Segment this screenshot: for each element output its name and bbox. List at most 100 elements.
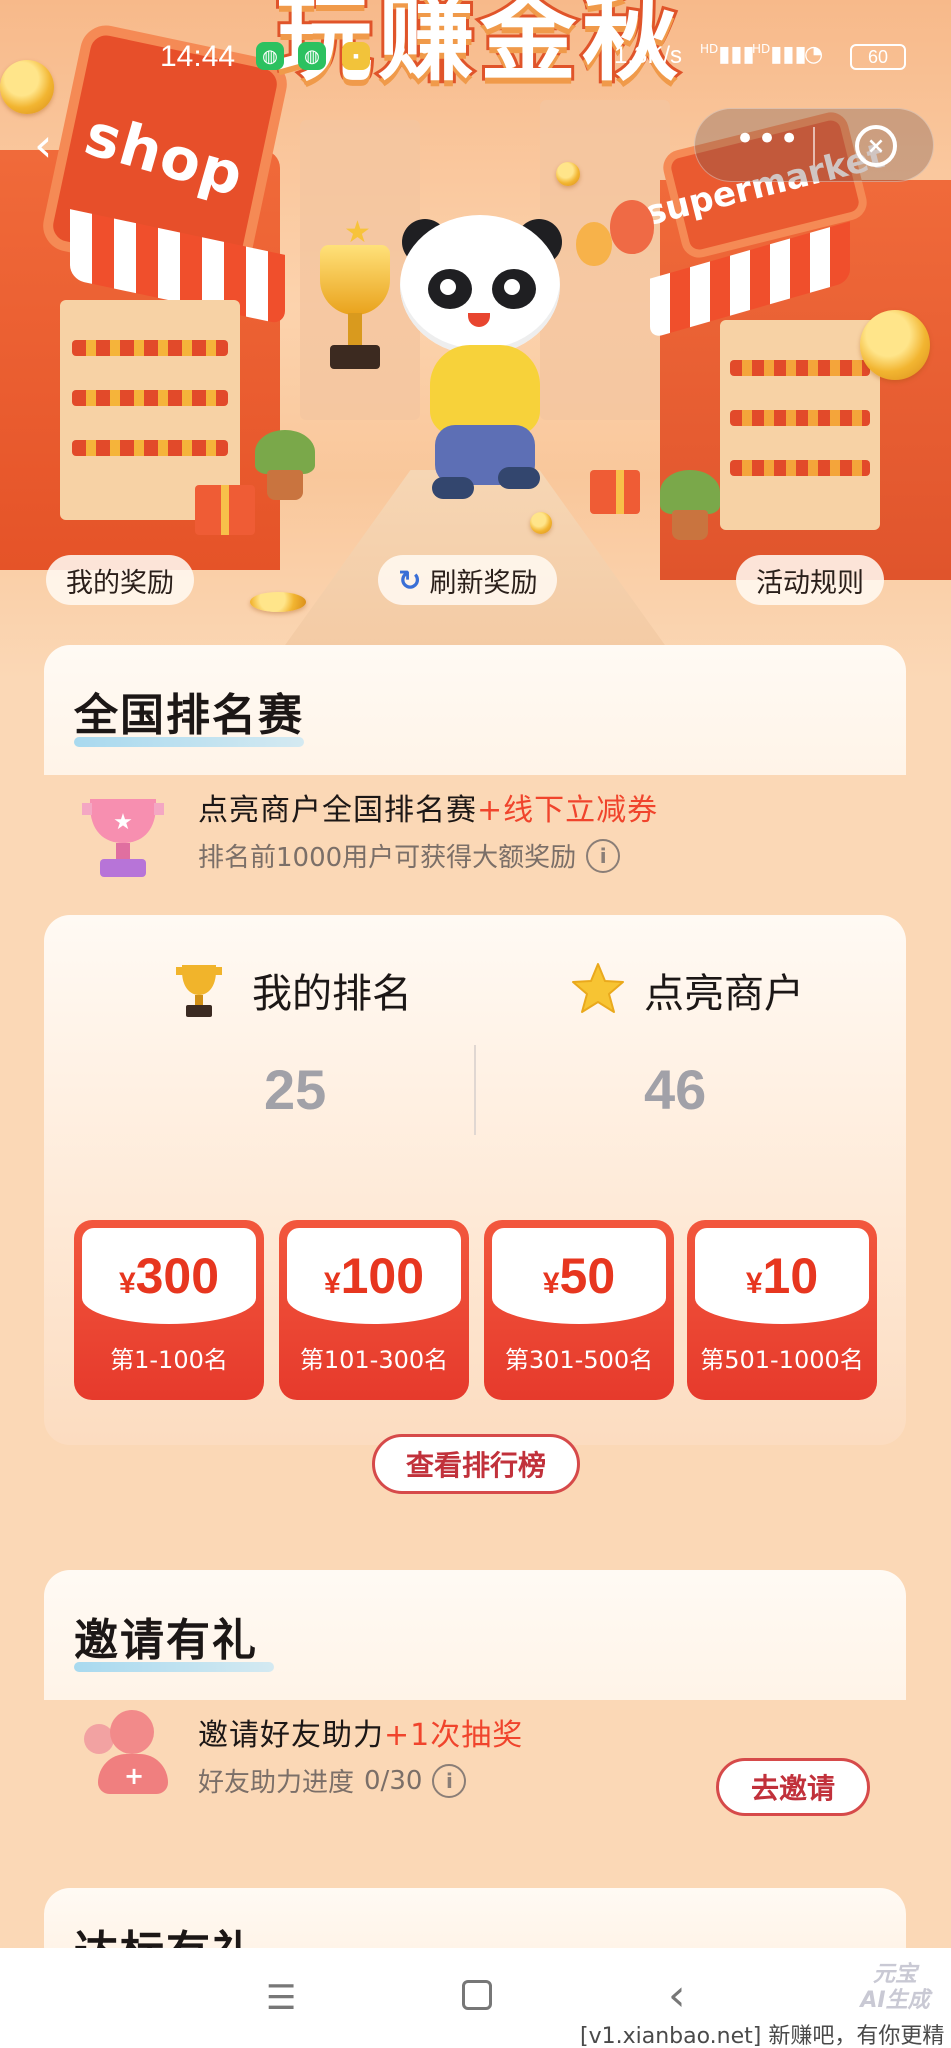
trophy-icon [176, 965, 222, 1017]
coin-icon [556, 162, 580, 186]
status-time: 14:44 [160, 40, 236, 73]
coin-icon [250, 592, 306, 612]
ranking-headline-highlight: +线下立减券 [477, 793, 659, 828]
reward-coupon: ¥100 第101-300名 [279, 1220, 469, 1400]
wechat-icon: ◍ [256, 42, 284, 70]
menu-icon[interactable]: ☰ [266, 1978, 296, 2018]
invite-headline: 邀请好友助力+1次抽奖 [198, 1710, 523, 1754]
watermark-logo-line: 元宝 [872, 1962, 917, 1987]
coupon-amount: ¥50 [543, 1247, 615, 1305]
back-icon[interactable]: ‹ [668, 1970, 686, 2021]
invite-progress-value: 0/30 [364, 1765, 423, 1796]
capsule-divider [813, 127, 815, 165]
back-arrow-icon[interactable]: ‹ [34, 118, 64, 172]
invite-section-header: 邀请有礼 [44, 1570, 906, 1700]
coupon-amount: ¥300 [119, 1247, 219, 1305]
my-rank-label: 我的排名 [252, 971, 412, 1017]
gift-box-icon [590, 470, 640, 514]
reward-coupon: ¥50 第301-500名 [484, 1220, 674, 1400]
refresh-icon: ↻ [398, 563, 422, 597]
invite-headline-highlight: +1次抽奖 [384, 1718, 524, 1753]
watermark-logo: 元宝 AI生成 [850, 1962, 940, 2022]
coupon-rank-range: 第501-1000名 [700, 1346, 864, 1374]
status-more-icon: ••• [396, 34, 432, 65]
yen-symbol: ¥ [323, 1267, 341, 1300]
activity-rules-button[interactable]: 活动规则 [736, 555, 884, 605]
wifi-icon: ◔ [804, 42, 824, 67]
coupon-rank-range: 第301-500名 [504, 1346, 654, 1374]
svg-text:★: ★ [113, 810, 133, 835]
yen-symbol: ¥ [542, 1267, 560, 1300]
ranking-info-row: ★ 点亮商户全国排名赛+线下立减券 排名前1000用户可获得大额奖励 i [44, 785, 906, 905]
ranking-section-header: 全国排名赛 [44, 645, 906, 775]
signal-icon: HD▮▮▮ [752, 42, 807, 67]
signal-hd-label: HD [700, 42, 719, 56]
hero-banner: shop supermarket ★ 玩赚金秋 ‹ ••• × 我的奖励 ↻ 刷… [0, 0, 951, 680]
invite-info-row: + 邀请好友助力+1次抽奖 好友助力进度 0/30 i 去邀请 [44, 1710, 906, 1820]
coupon-amount: ¥10 [746, 1247, 818, 1305]
panda-mascot [380, 215, 580, 515]
section-title: 邀请有礼 [74, 1615, 258, 1666]
ranking-headline: 点亮商户全国排名赛+线下立减券 [198, 785, 658, 829]
status-bar: 14:44 ◍ ◍ ▪ ••• 1.3K/s HD▮▮▮ HD▮▮▮ ◔ 60 [0, 34, 951, 78]
info-icon[interactable]: i [586, 838, 621, 873]
ranking-card: 我的排名 25 点亮商户 46 ¥300 第1-100名 ¥100 第101-3… [44, 915, 906, 1445]
network-speed: 1.3K/s [614, 42, 683, 69]
potted-plant-icon [660, 470, 720, 540]
lit-merchants-label: 点亮商户 [644, 971, 804, 1017]
gift-box-icon [195, 485, 255, 535]
stat-divider [474, 1045, 476, 1135]
info-icon[interactable]: i [432, 1763, 467, 1798]
coin-icon [860, 310, 930, 380]
shop-window-right [720, 320, 880, 530]
invite-button[interactable]: 去邀请 [716, 1758, 870, 1816]
invite-friends-icon: + [84, 1710, 170, 1796]
invite-progress-label: 好友助力进度 [198, 1768, 355, 1798]
reward-coupon: ¥10 第501-1000名 [687, 1220, 877, 1400]
battery-icon: 60 [850, 44, 906, 70]
more-menu-icon[interactable]: ••• [735, 119, 801, 159]
my-rewards-button[interactable]: 我的奖励 [46, 555, 194, 605]
ranking-subtitle-text: 排名前1000用户可获得大额奖励 [198, 843, 577, 873]
coupon-amount-value: 50 [559, 1248, 616, 1304]
coupon-amount-value: 300 [135, 1248, 220, 1304]
section-title: 全国排名赛 [74, 690, 304, 741]
my-rank-stat: 我的排名 25 [84, 955, 484, 1121]
signal-hd-label: HD [752, 42, 771, 56]
balloon-icon [576, 222, 612, 266]
star-icon [572, 963, 624, 1013]
view-leaderboard-button[interactable]: 查看排行榜 [372, 1434, 580, 1494]
yen-symbol: ¥ [118, 1267, 136, 1300]
lit-merchants-value: 46 [644, 1058, 707, 1121]
potted-plant-icon [255, 430, 315, 500]
ranking-subtitle: 排名前1000用户可获得大额奖励 i [198, 837, 621, 874]
invite-progress: 好友助力进度 0/30 i [198, 1762, 467, 1799]
signal-icon: HD▮▮▮ [700, 42, 755, 67]
yen-symbol: ¥ [745, 1267, 763, 1300]
trophy-icon: ★ [82, 799, 164, 877]
system-nav-bar: ☰ ‹ [v1.xianbao.net] 新赚吧，有你更精彩！ 元宝 AI生成 [0, 1948, 951, 2048]
notification-icon: ▪ [342, 42, 370, 70]
reach-target-section-header: 达标有礼 [44, 1888, 906, 1978]
watermark-text: [v1.xianbao.net] 新赚吧，有你更精彩！ [580, 2024, 945, 2048]
reward-coupon: ¥300 第1-100名 [74, 1220, 264, 1400]
my-rewards-label: 我的奖励 [66, 567, 174, 599]
coupon-rank-range: 第101-300名 [299, 1346, 449, 1374]
refresh-rewards-label: 刷新奖励 [429, 567, 538, 599]
coupon-amount-value: 100 [340, 1248, 425, 1304]
activity-rules-label: 活动规则 [756, 567, 864, 599]
refresh-rewards-button[interactable]: ↻ 刷新奖励 [378, 555, 558, 605]
balloon-icon [610, 200, 654, 254]
lit-merchants-stat: 点亮商户 46 [504, 955, 904, 1121]
close-icon[interactable]: × [855, 125, 897, 167]
shop-sign-text: shop [78, 100, 252, 210]
coupon-rank-range: 第1-100名 [110, 1346, 228, 1374]
mini-program-capsule: ••• × [694, 108, 934, 182]
invite-headline-text: 邀请好友助力 [198, 1718, 384, 1753]
my-rank-value: 25 [264, 1058, 327, 1121]
watermark-logo-line: AI生成 [860, 1988, 930, 2013]
home-icon[interactable] [462, 1980, 492, 2010]
coupon-amount: ¥100 [324, 1247, 424, 1305]
coupon-amount-value: 10 [762, 1248, 819, 1304]
coin-icon [530, 512, 552, 534]
